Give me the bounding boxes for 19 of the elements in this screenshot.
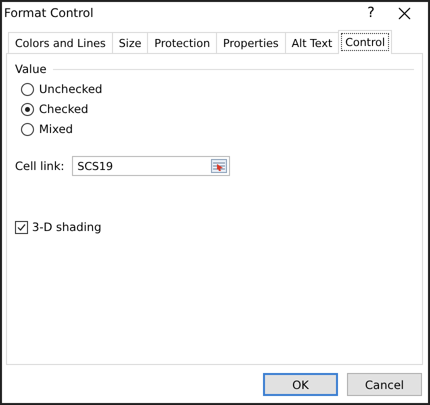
cancel-button[interactable]: Cancel xyxy=(347,373,422,396)
field-label: Cell link: xyxy=(15,159,64,173)
group-title: Value xyxy=(15,62,47,76)
radio-button[interactable] xyxy=(21,102,34,116)
radio-label: Checked xyxy=(39,102,88,116)
radio-button[interactable] xyxy=(21,122,34,136)
range-picker-icon[interactable] xyxy=(211,159,228,173)
cell-link-field[interactable]: SCS19 xyxy=(72,156,230,176)
close-icon xyxy=(398,6,410,20)
radio-label: Mixed xyxy=(39,122,73,136)
help-button[interactable]: ? xyxy=(356,5,386,21)
radio-label: Unchecked xyxy=(39,82,102,96)
checkbox[interactable] xyxy=(15,220,28,234)
window-title: Format Control xyxy=(4,6,94,20)
tab[interactable]: Colors and Lines xyxy=(8,32,113,53)
radio-button[interactable] xyxy=(21,82,34,96)
tab[interactable]: Control xyxy=(338,30,392,54)
checkbox-label: 3-D shading xyxy=(32,220,102,234)
ok-button[interactable]: OK xyxy=(263,373,338,396)
